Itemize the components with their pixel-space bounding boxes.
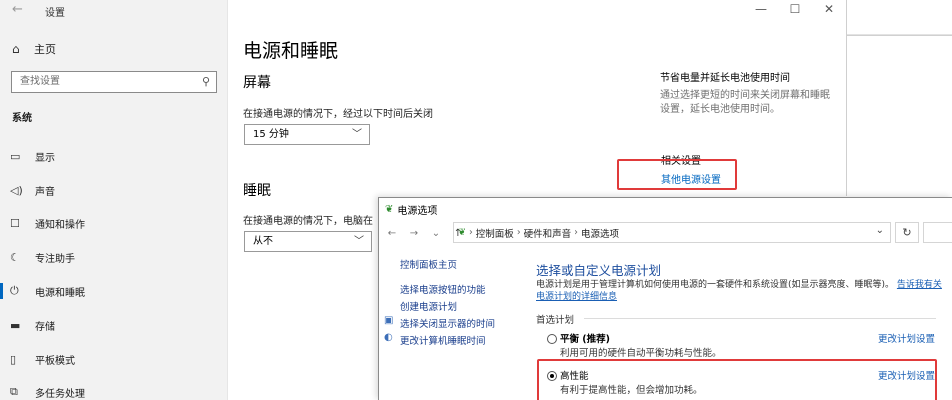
cp-home-link[interactable]: 控制面板主页 bbox=[400, 257, 457, 271]
battery-title: 节省电量并延长电池使用时间 bbox=[660, 73, 790, 84]
back-arrow-icon[interactable]: ← bbox=[383, 228, 401, 239]
page-title: 电源和睡眠 bbox=[243, 40, 339, 62]
sidebar-item-label: 多任务处理 bbox=[35, 388, 85, 400]
sidebar-item-multitasking[interactable]: ⧉ 多任务处理 bbox=[10, 382, 85, 400]
cp-heading: 选择或自定义电源计划 bbox=[536, 263, 662, 278]
screen-timeout-dropdown[interactable]: 15 分钟 ﹀ bbox=[244, 124, 370, 145]
cp-description-text: 电源计划是用于管理计算机如何使用电源的一套硬件和系统设置(如显示器亮度、睡眠等)… bbox=[536, 280, 895, 290]
sleep-timeout-value: 从不 bbox=[253, 236, 273, 247]
balanced-plan-desc: 利用可用的硬件自动平衡功耗与性能。 bbox=[560, 348, 722, 359]
screen-heading: 屏幕 bbox=[243, 75, 271, 91]
sidebar-item-label: 显示 bbox=[35, 152, 55, 164]
cp-navbar: ← → ⌄ ↑ ❦ › 控制面板 › 硬件和声音 › 电源选项 ⌄ ↻ bbox=[379, 222, 952, 244]
sidebar-item-label: 存储 bbox=[35, 321, 55, 333]
sidebar-item-power-sleep[interactable]: ⏻ 电源和睡眠 bbox=[0, 281, 85, 301]
tablet-icon: ▯ bbox=[10, 352, 17, 366]
preferred-plans-label: 首选计划 bbox=[536, 315, 575, 326]
sidebar-item-label: 声音 bbox=[35, 186, 55, 198]
breadcrumb-control-panel[interactable]: 控制面板 bbox=[476, 226, 514, 240]
display-icon: ▭ bbox=[10, 149, 21, 163]
balanced-change-settings-link[interactable]: 更改计划设置 bbox=[878, 331, 935, 345]
window-controls: — ☐ ✕ bbox=[755, 2, 835, 16]
background-window bbox=[847, 0, 952, 36]
computer-sleep-time-link[interactable]: 更改计算机睡眠时间 bbox=[400, 333, 486, 347]
sidebar-item-label: 电源和睡眠 bbox=[35, 287, 85, 299]
breadcrumb-separator-icon: › bbox=[465, 227, 473, 238]
power-button-function-link[interactable]: 选择电源按钮的功能 bbox=[400, 282, 486, 296]
chevron-down-icon[interactable]: ⌄ bbox=[876, 225, 884, 236]
highlight-box bbox=[537, 359, 937, 400]
minimize-button[interactable]: — bbox=[755, 2, 767, 16]
group-divider bbox=[584, 318, 936, 319]
sleep-caption: 在接通电源的情况下，电脑在 bbox=[243, 216, 373, 227]
cp-titlebar: ❦ 电源选项 bbox=[379, 198, 952, 220]
power-icon: ⏻ bbox=[10, 284, 19, 297]
sleep-heading: 睡眠 bbox=[243, 183, 271, 199]
breadcrumb-power-options[interactable]: 电源选项 bbox=[581, 226, 619, 240]
section-label: 系统 bbox=[12, 113, 32, 124]
chevron-down-icon: ﹀ bbox=[354, 236, 364, 247]
balanced-plan-radio[interactable] bbox=[547, 334, 557, 344]
refresh-button[interactable]: ↻ bbox=[895, 222, 919, 243]
home-icon: ⌂ bbox=[12, 42, 20, 56]
sidebar-item-label: 专注助手 bbox=[35, 253, 75, 265]
cp-window-title: 电源选项 bbox=[397, 205, 438, 217]
speaker-icon: ◁) bbox=[10, 183, 23, 197]
search-input[interactable]: 查找设置 ⚲ bbox=[11, 71, 217, 93]
maximize-button[interactable]: ☐ bbox=[789, 2, 801, 16]
chevron-down-icon[interactable]: ⌄ bbox=[427, 228, 445, 239]
nav-home[interactable]: ⌂ 主页 bbox=[12, 40, 56, 58]
moon-icon: ☾ bbox=[10, 250, 20, 264]
search-icon: ⚲ bbox=[201, 75, 210, 88]
desktop: ← 设置 ⌂ 主页 查找设置 ⚲ 系统 ▭ 显示 ◁) 声音 ☐ 通知和操作 ☾… bbox=[0, 0, 952, 400]
highlight-box bbox=[617, 159, 737, 190]
power-options-window: ❦ 电源选项 ← → ⌄ ↑ ❦ › 控制面板 › 硬件和声音 › 电源选项 ⌄… bbox=[378, 197, 952, 400]
cp-description: 电源计划是用于管理计算机如何使用电源的一套硬件和系统设置(如显示器亮度、睡眠等)… bbox=[536, 279, 944, 303]
breadcrumb-hardware-sound[interactable]: 硬件和声音 bbox=[524, 226, 572, 240]
notification-icon: ☐ bbox=[10, 216, 20, 230]
back-arrow-icon[interactable]: ← bbox=[12, 2, 23, 17]
display-off-time-link[interactable]: 选择关闭显示器的时间 bbox=[400, 316, 495, 330]
chevron-down-icon: ﹀ bbox=[352, 129, 362, 140]
control-panel-icon: ❦ bbox=[458, 227, 466, 238]
storage-icon: ▬ bbox=[10, 318, 21, 332]
sidebar-item-sound[interactable]: ◁) 声音 bbox=[10, 180, 55, 200]
close-button[interactable]: ✕ bbox=[823, 2, 835, 16]
multitask-icon: ⧉ bbox=[10, 385, 18, 398]
screen-caption: 在接通电源的情况下，经过以下时间后关闭 bbox=[243, 109, 433, 120]
search-placeholder: 查找设置 bbox=[20, 76, 60, 87]
power-options-icon: ❦ bbox=[385, 203, 394, 215]
sleep-timeout-dropdown[interactable]: 从不 ﹀ bbox=[244, 231, 372, 252]
balanced-plan-name: 平衡 (推荐) bbox=[560, 334, 610, 345]
monitor-icon: ▣ bbox=[384, 315, 394, 326]
window-title: 设置 bbox=[45, 8, 65, 19]
forward-arrow-icon[interactable]: → bbox=[405, 228, 423, 239]
sidebar-item-display[interactable]: ▭ 显示 bbox=[10, 146, 55, 166]
create-power-plan-link[interactable]: 创建电源计划 bbox=[400, 299, 457, 313]
refresh-icon: ↻ bbox=[902, 226, 912, 239]
sidebar-item-label: 通知和操作 bbox=[35, 219, 85, 231]
breadcrumb-separator-icon: › bbox=[574, 227, 578, 238]
sidebar-item-storage[interactable]: ▬ 存储 bbox=[10, 315, 55, 335]
nav-home-label: 主页 bbox=[34, 43, 56, 56]
battery-description: 通过选择更短的时间来关闭屏幕和睡眠设置，延长电池使用时间。 bbox=[660, 90, 830, 115]
sidebar-item-focus-assist[interactable]: ☾ 专注助手 bbox=[10, 247, 75, 267]
sidebar-item-notifications[interactable]: ☐ 通知和操作 bbox=[10, 213, 85, 233]
sidebar-item-tablet[interactable]: ▯ 平板模式 bbox=[10, 349, 75, 369]
address-bar[interactable]: ❦ › 控制面板 › 硬件和声音 › 电源选项 ⌄ bbox=[453, 222, 891, 243]
sidebar-item-label: 平板模式 bbox=[35, 355, 75, 367]
settings-sidebar: ← 设置 ⌂ 主页 查找设置 ⚲ 系统 ▭ 显示 ◁) 声音 ☐ 通知和操作 ☾… bbox=[0, 0, 228, 400]
screen-timeout-value: 15 分钟 bbox=[253, 129, 289, 140]
breadcrumb-separator-icon: › bbox=[516, 227, 521, 238]
cp-search-input[interactable] bbox=[923, 222, 952, 243]
sleep-moon-icon: ◐ bbox=[384, 332, 393, 343]
